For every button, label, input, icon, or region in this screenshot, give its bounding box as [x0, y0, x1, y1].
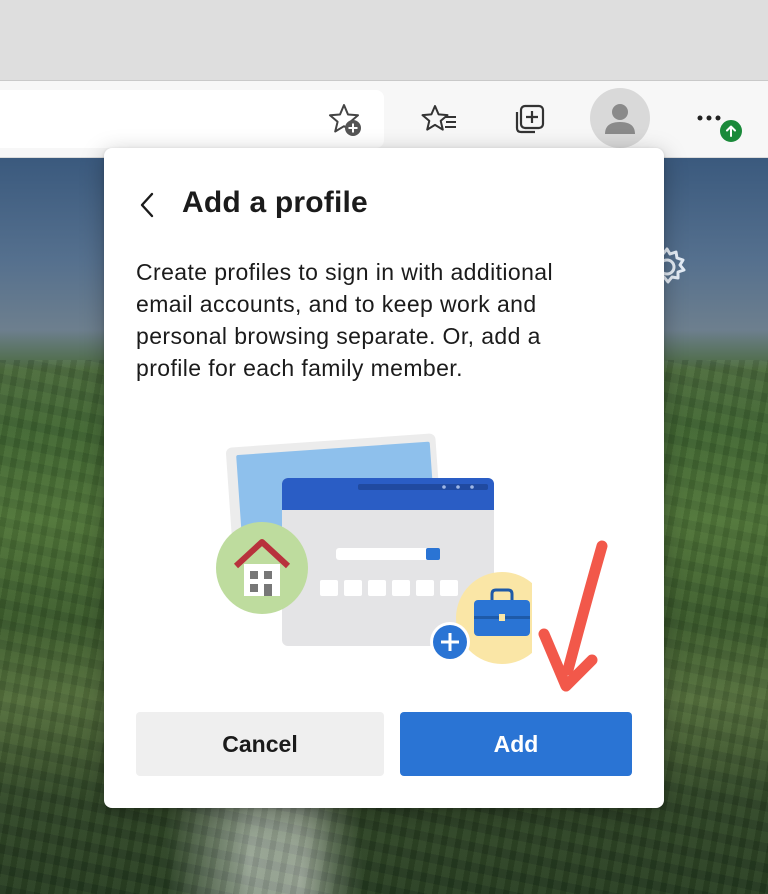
person-icon — [605, 104, 635, 134]
collections-icon[interactable] — [508, 100, 550, 140]
window-titlebar — [0, 0, 768, 81]
dialog-description: Create profiles to sign in with addition… — [136, 259, 553, 381]
add-favorite-icon[interactable] — [326, 100, 366, 140]
dialog-title: Add a profile — [182, 186, 368, 219]
back-button[interactable] — [132, 188, 162, 222]
cancel-button[interactable]: Cancel — [136, 712, 384, 776]
profile-illustration — [212, 428, 548, 683]
favorites-icon[interactable] — [420, 100, 460, 140]
add-button[interactable]: Add — [400, 712, 632, 776]
chevron-left-icon — [140, 192, 154, 218]
profile-avatar[interactable] — [590, 88, 650, 148]
annotation-arrow — [526, 532, 626, 717]
update-available-icon — [718, 118, 744, 144]
